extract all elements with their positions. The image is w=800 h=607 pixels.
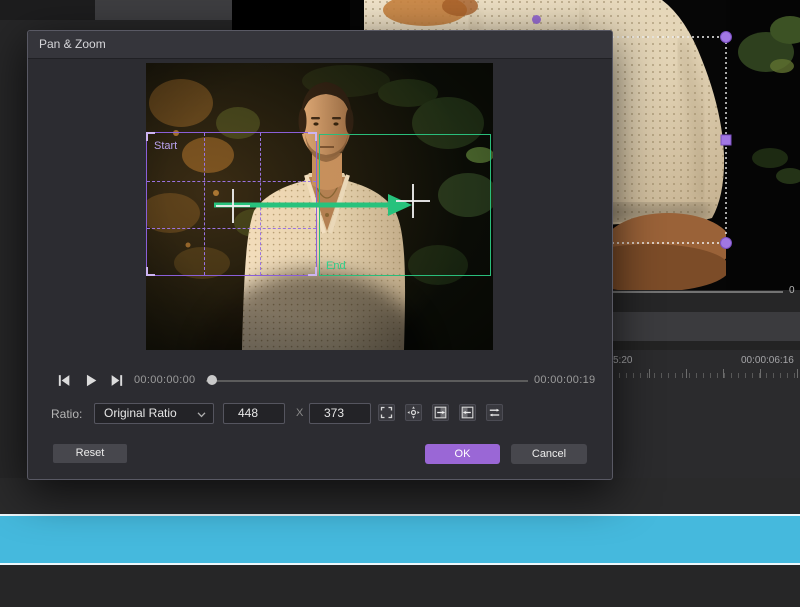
start-label: Start: [154, 140, 178, 152]
bg-crop-selection[interactable]: [612, 0, 800, 290]
current-timecode: 00:00:00:00: [134, 374, 196, 386]
start-box-handle[interactable]: [308, 132, 317, 141]
timeline-track-lower: [0, 565, 800, 607]
width-input[interactable]: 448: [223, 403, 285, 424]
end-center-marker: [396, 200, 430, 202]
chevron-down-icon: [197, 412, 206, 418]
dialog-title: Pan & Zoom: [39, 37, 106, 51]
fit-to-screen-icon[interactable]: [378, 404, 395, 421]
bg-crop-handle-top-icon[interactable]: [532, 15, 541, 24]
grid-line: [204, 133, 205, 275]
bg-gap: [600, 341, 800, 350]
timeline-clip[interactable]: [0, 514, 800, 565]
crop-handle-mid: [720, 134, 732, 146]
start-box-handle[interactable]: [146, 267, 155, 276]
swap-start-end-icon[interactable]: [486, 404, 503, 421]
bg-seek-time: 0: [789, 285, 795, 296]
height-input[interactable]: 373: [309, 403, 371, 424]
timeline-timestamp-left: 5:20: [613, 355, 633, 366]
reset-button[interactable]: Reset: [53, 444, 127, 463]
total-timecode: 00:00:00:19: [534, 374, 596, 386]
pan-zoom-preview: Start End: [146, 63, 493, 350]
grid-line: [147, 181, 316, 182]
pan-left-icon[interactable]: [459, 404, 476, 421]
bg-toolbar-band: [600, 312, 800, 341]
skip-end-button[interactable]: [109, 373, 125, 388]
timeline-timestamp-right: 00:00:06:16: [741, 355, 794, 366]
playhead-handle[interactable]: [207, 375, 217, 385]
grid-line: [147, 228, 316, 229]
end-label: End: [326, 260, 346, 272]
free-move-icon[interactable]: [405, 404, 422, 421]
app-window: 0 5:20 00:00:06:16 Pan & Zoom Start End …: [0, 0, 800, 607]
start-center-marker: [216, 205, 250, 207]
bg-toolbar-left: [0, 0, 95, 20]
ratio-selected-value: Original Ratio: [104, 406, 177, 420]
play-button[interactable]: [83, 373, 99, 388]
cancel-button[interactable]: Cancel: [511, 444, 587, 464]
crop-handle-bottom: [720, 237, 732, 249]
ratio-dropdown[interactable]: Original Ratio: [94, 403, 214, 424]
dimension-separator: X: [296, 407, 304, 419]
dialog-titlebar[interactable]: Pan & Zoom: [28, 31, 612, 59]
start-box-handle[interactable]: [308, 267, 317, 276]
ok-button[interactable]: OK: [425, 444, 500, 464]
timeline-ticks-minor: [612, 373, 800, 378]
playhead-track[interactable]: [206, 380, 528, 382]
bg-toolbar-tab: [95, 0, 232, 20]
skip-start-button[interactable]: [56, 373, 72, 388]
crop-handle-top: [720, 31, 732, 43]
pan-zoom-mode-toolbar: [378, 404, 503, 421]
timeline-track-upper: [0, 478, 800, 514]
pan-right-icon[interactable]: [432, 404, 449, 421]
pan-zoom-dialog: Pan & Zoom Start End 00:00:00:00 00:00:0…: [27, 30, 613, 480]
bg-seekbar[interactable]: [612, 291, 783, 293]
ratio-label: Ratio:: [51, 407, 83, 421]
